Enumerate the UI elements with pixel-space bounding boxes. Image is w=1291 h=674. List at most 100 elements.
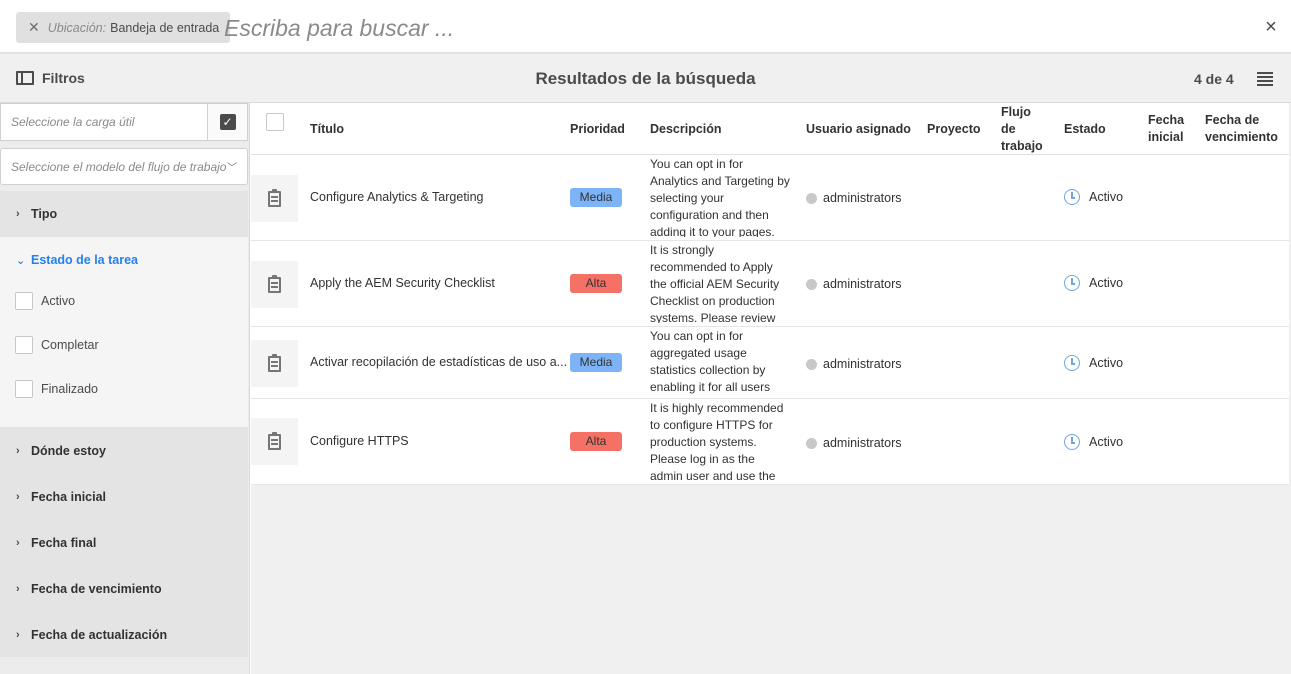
filter-option-finalizado[interactable]: Finalizado — [15, 380, 98, 398]
table-row[interactable]: Configure HTTPS Alta It is highly recomm… — [251, 399, 1289, 485]
filter-rail: ✓ Seleccione el modelo del flujo de trab… — [0, 103, 250, 674]
table-row[interactable]: Configure Analytics & Targeting Media Yo… — [251, 155, 1289, 241]
task-title: Activar recopilación de estadísticas de … — [310, 355, 568, 369]
location-tag-key: Ubicación: — [47, 20, 107, 35]
omnisearch-bar: ✕ Ubicación: Bandeja de entrada × — [0, 0, 1291, 54]
results-count: 4 de 4 — [1194, 71, 1234, 87]
checkbox[interactable] — [15, 336, 33, 354]
avatar — [806, 192, 817, 204]
avatar — [806, 437, 817, 449]
task-thumbnail[interactable] — [251, 340, 298, 387]
status-label: Activo — [1089, 190, 1124, 204]
filter-section-label: Fecha de vencimiento — [31, 582, 162, 596]
task-title: Configure HTTPS — [310, 434, 409, 448]
column-header-flujo[interactable]: Flujo de trabajo — [1001, 104, 1043, 155]
assignee-name: administrators — [823, 436, 902, 450]
table-row[interactable]: Apply the AEM Security Checklist Alta It… — [251, 241, 1289, 327]
filter-option-completar[interactable]: Completar — [15, 336, 99, 354]
column-header-descripcion[interactable]: Descripción — [650, 121, 722, 138]
assignee: administrators — [806, 277, 902, 291]
task-description: It is strongly recommended to Apply the … — [650, 243, 780, 323]
filter-section-fecha-final[interactable]: › Fecha final — [16, 536, 96, 550]
filter-option-label: Completar — [41, 338, 99, 352]
checkbox[interactable] — [15, 292, 33, 310]
filter-section-donde-estoy[interactable]: › Dónde estoy — [16, 444, 106, 458]
filter-option-activo[interactable]: Activo — [15, 292, 75, 310]
task-status: Activo — [1064, 189, 1123, 205]
column-header-line: de — [1001, 122, 1016, 136]
filter-section-label: Fecha de actualización — [31, 628, 168, 642]
priority-badge: Alta — [570, 432, 622, 451]
remove-tag-icon[interactable]: ✕ — [28, 19, 40, 36]
assignee: administrators — [806, 436, 902, 450]
assignee-name: administrators — [823, 357, 902, 371]
table-row[interactable]: Activar recopilación de estadísticas de … — [251, 327, 1289, 399]
chevron-right-icon: › — [16, 537, 20, 549]
select-all-checkbox[interactable] — [266, 113, 284, 131]
task-status: Activo — [1064, 434, 1123, 450]
payload-picker: ✓ — [0, 103, 248, 141]
close-icon[interactable]: × — [1262, 17, 1280, 37]
column-header-line: Fecha de — [1205, 113, 1260, 127]
filter-section-fecha-actualizacion[interactable]: › Fecha de actualización — [16, 628, 167, 642]
workflow-model-placeholder: Seleccione el modelo del flujo de trabaj… — [11, 159, 227, 174]
task-thumbnail[interactable] — [251, 261, 298, 308]
column-header-fecha-vencimiento[interactable]: Fecha de vencimiento — [1205, 112, 1278, 146]
column-header-line: Flujo — [1001, 105, 1031, 119]
filter-section-label: Dónde estoy — [31, 444, 107, 458]
clock-icon — [1064, 189, 1080, 205]
column-header-usuario[interactable]: Usuario asignado — [806, 121, 911, 138]
workflow-model-select[interactable]: Seleccione el modelo del flujo de trabaj… — [0, 148, 248, 185]
avatar — [806, 358, 817, 370]
results-table: Título Prioridad Descripción Usuario asi… — [251, 103, 1291, 674]
avatar — [806, 278, 817, 290]
task-title: Configure Analytics & Targeting — [310, 190, 484, 204]
column-header-line: trabajo — [1001, 139, 1043, 153]
list-view-icon[interactable] — [1257, 71, 1273, 87]
column-header-titulo[interactable]: Título — [310, 121, 344, 138]
clipboard-icon — [268, 431, 281, 450]
column-header-fecha-inicial[interactable]: Fecha inicial — [1148, 112, 1184, 146]
filter-option-label: Activo — [41, 294, 76, 308]
task-thumbnail[interactable] — [251, 175, 298, 222]
task-description: It is highly recommended to configure HT… — [650, 401, 784, 483]
column-header-estado[interactable]: Estado — [1064, 121, 1106, 138]
payload-input[interactable] — [0, 103, 208, 141]
location-tag[interactable]: ✕ Ubicación: Bandeja de entrada — [16, 12, 231, 43]
filter-option-label: Finalizado — [41, 382, 98, 396]
page-title: Resultados de la búsqueda — [535, 69, 756, 88]
chevron-right-icon: › — [16, 445, 20, 457]
assignee-name: administrators — [823, 191, 902, 205]
column-header-line: vencimiento — [1205, 130, 1278, 144]
clock-icon — [1064, 275, 1080, 291]
task-title: Apply the AEM Security Checklist — [310, 276, 495, 290]
clock-icon — [1064, 355, 1080, 371]
filter-section-fecha-inicial[interactable]: › Fecha inicial — [16, 490, 106, 504]
status-label: Activo — [1089, 435, 1124, 449]
column-header-prioridad[interactable]: Prioridad — [570, 121, 625, 138]
column-header-line: inicial — [1148, 130, 1184, 144]
search-input[interactable] — [224, 8, 1204, 48]
location-tag-value: Bandeja de entrada — [110, 20, 220, 35]
task-status: Activo — [1064, 275, 1123, 291]
column-header-proyecto[interactable]: Proyecto — [927, 121, 981, 138]
chevron-right-icon: › — [16, 491, 20, 503]
payload-select-button[interactable]: ✓ — [208, 103, 248, 141]
filter-section-fecha-vencimiento[interactable]: › Fecha de vencimiento — [16, 582, 162, 596]
priority-badge: Alta — [570, 274, 622, 293]
status-label: Activo — [1089, 276, 1124, 290]
task-description: You can opt in for aggregated usage stat… — [650, 329, 771, 394]
checkbox[interactable] — [15, 380, 33, 398]
chevron-right-icon: › — [16, 208, 20, 220]
chevron-down-icon: ⌄ — [16, 254, 26, 267]
task-thumbnail[interactable] — [251, 418, 298, 465]
assignee: administrators — [806, 191, 902, 205]
clipboard-icon — [268, 274, 281, 293]
status-label: Activo — [1089, 356, 1124, 370]
filter-section-label: Estado de la tarea — [31, 253, 138, 267]
check-icon: ✓ — [219, 114, 236, 130]
filter-section-estado[interactable]: ⌄ Estado de la tarea — [16, 253, 138, 267]
filter-section-tipo[interactable]: › Tipo — [16, 207, 57, 221]
assignee-name: administrators — [823, 277, 902, 291]
priority-badge: Media — [570, 188, 622, 207]
